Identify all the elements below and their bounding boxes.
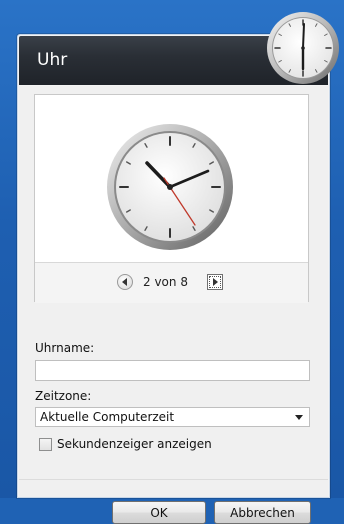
chevron-down-icon xyxy=(295,415,303,420)
circle-arrow-left-icon xyxy=(122,278,127,286)
next-clock-button[interactable] xyxy=(207,274,223,290)
clock-style-pager: 2 von 8 xyxy=(35,262,308,303)
settings-content: 2 von 8 Uhrname: Zeitzone: Aktuelle Comp… xyxy=(19,86,328,524)
seconds-hand-checkbox[interactable] xyxy=(39,438,52,451)
button-divider xyxy=(19,479,328,480)
clock-name-label: Uhrname: xyxy=(35,341,95,355)
arrow-right-icon xyxy=(213,278,218,286)
seconds-hand-label[interactable]: Sekundenzeiger anzeigen xyxy=(57,437,212,451)
window-title: Uhr xyxy=(37,50,68,70)
page-indicator: 2 von 8 xyxy=(143,275,188,289)
previous-clock-button[interactable] xyxy=(117,274,133,290)
clock-name-input[interactable] xyxy=(35,360,310,381)
clock-preview-panel: 2 von 8 xyxy=(34,94,309,303)
cancel-button[interactable]: Abbrechen xyxy=(214,501,311,524)
preview-clock-icon xyxy=(107,124,233,250)
timezone-select[interactable]: Aktuelle Computerzeit xyxy=(35,407,310,427)
clock-settings-window: Uhr 2 von 8 Uhrname: Zeitzone: Aktuelle … xyxy=(17,34,330,524)
ok-button[interactable]: OK xyxy=(112,501,206,524)
clock-gadget-icon[interactable] xyxy=(266,11,340,85)
timezone-label: Zeitzone: xyxy=(35,389,92,403)
timezone-value: Aktuelle Computerzeit xyxy=(40,410,175,424)
